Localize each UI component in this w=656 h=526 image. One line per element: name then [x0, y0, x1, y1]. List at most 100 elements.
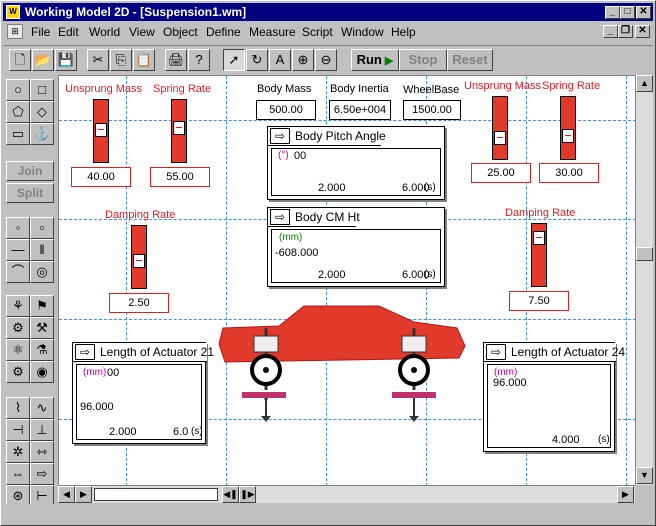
tape-step-back-icon[interactable]: ▶	[75, 486, 92, 503]
workspace-canvas[interactable]: Unsprung Mass Spring Rate 40.00 55.00 Bo…	[58, 75, 635, 485]
unsprung-mass-left-value[interactable]: 40.00	[71, 167, 131, 187]
torsion-spring-icon[interactable]: ✲	[6, 441, 30, 463]
actuator-24-meter[interactable]: ⇨ Length of Actuator 24 (mm) 96.000 4.00…	[483, 342, 625, 452]
pin-joint-icon[interactable]: ⚘	[6, 295, 30, 317]
body-pitch-meter[interactable]: ⇨ Body Pitch Angle (°) 00 2.000 6.000 (s…	[267, 126, 445, 200]
tape-forward-icon[interactable]: ❚▶	[239, 486, 256, 503]
right-ground-plate[interactable]	[392, 392, 436, 398]
menu-world[interactable]: World	[89, 25, 120, 39]
cut-icon[interactable]: ✂	[87, 49, 109, 71]
join-button[interactable]: Join	[6, 161, 54, 181]
curved-joint-icon[interactable]: ⚗	[30, 339, 54, 361]
tape-player-slider[interactable]	[94, 488, 218, 501]
run-button[interactable]: Run ▶	[351, 49, 399, 71]
open-icon[interactable]: 📂	[32, 49, 54, 71]
horizontal-scrollbar[interactable]: ◀ ▶ ◀❚ ❚▶ ▶	[58, 485, 635, 503]
body-mass-value[interactable]: 500.00	[256, 100, 316, 120]
scroll-right-icon[interactable]: ▶	[617, 486, 634, 503]
rotary-damper-icon[interactable]: ⇿	[30, 441, 54, 463]
damping-rate-left-slider[interactable]	[131, 225, 147, 289]
spring-rate-left-value[interactable]: 55.00	[150, 167, 210, 187]
pulley-tool-icon[interactable]: ◉	[30, 361, 54, 383]
reset-button[interactable]: Reset	[447, 49, 493, 71]
maximize-button[interactable]: □	[620, 6, 635, 19]
menu-edit[interactable]: Edit	[58, 25, 79, 39]
scroll-down-icon[interactable]: ▼	[636, 467, 653, 484]
rotate-icon[interactable]: ↻	[246, 49, 268, 71]
keyed-slot-icon[interactable]: ⚒	[30, 317, 54, 339]
menu-file[interactable]: File	[31, 25, 50, 39]
slider-knob[interactable]	[133, 254, 145, 268]
circle-tool-icon[interactable]: ○	[6, 79, 30, 101]
point-tool-icon[interactable]: ◦	[6, 217, 30, 239]
slider-knob[interactable]	[562, 129, 574, 143]
wheelbase-value[interactable]: 1500.00	[403, 100, 461, 120]
slider-knob[interactable]	[95, 123, 107, 137]
save-icon[interactable]: 💾	[55, 49, 77, 71]
zoom-in-icon[interactable]: ⊕	[292, 49, 314, 71]
vertical-scroll-thumb[interactable]	[636, 247, 653, 261]
pointer-icon[interactable]: ➚	[223, 49, 245, 71]
minimize-button[interactable]: _	[605, 6, 620, 19]
force-tool-icon[interactable]: ⇨	[30, 463, 54, 485]
rigid-joint-icon[interactable]: ⚑	[30, 295, 54, 317]
help-icon[interactable]: ?	[188, 49, 210, 71]
meter-arrow-icon[interactable]: ⇨	[270, 128, 290, 144]
zoom-out-icon[interactable]: ⊖	[315, 49, 337, 71]
menu-help[interactable]: Help	[391, 25, 416, 39]
damping-rate-right-value[interactable]: 7.50	[509, 291, 569, 311]
right-spring-mount[interactable]	[401, 335, 427, 353]
text-icon[interactable]: A	[269, 49, 291, 71]
damping-rate-right-slider[interactable]	[531, 223, 547, 287]
new-icon[interactable]: 🗋	[9, 49, 31, 71]
spring-damper-icon[interactable]: ⊥	[30, 419, 54, 441]
rope-tool-icon[interactable]: ⌇	[6, 397, 30, 419]
unsprung-mass-left-slider[interactable]	[93, 99, 109, 163]
close-button[interactable]: ✕	[636, 6, 651, 19]
unsprung-mass-right-value[interactable]: 25.00	[471, 163, 531, 183]
stop-button[interactable]: Stop ❚❚	[399, 49, 447, 89]
meter-arrow-icon[interactable]: ⇨	[75, 344, 95, 360]
split-button[interactable]: Split	[6, 183, 54, 203]
doc-close-button[interactable]: ✕	[635, 25, 650, 38]
slot-vertical-icon[interactable]: ‖	[30, 239, 54, 261]
menu-define[interactable]: Define	[206, 25, 241, 39]
menu-object[interactable]: Object	[163, 25, 198, 39]
square-tool-icon[interactable]: □	[30, 79, 54, 101]
menu-window[interactable]: Window	[341, 25, 384, 39]
motor-joint-icon[interactable]: ⚛	[6, 339, 30, 361]
damping-rate-left-value[interactable]: 2.50	[109, 293, 169, 313]
left-spring-mount[interactable]	[253, 335, 279, 353]
polygon-tool-icon[interactable]: ⬠	[6, 101, 30, 123]
target-tool-icon[interactable]: ◎	[30, 261, 54, 283]
car-body[interactable]	[218, 305, 466, 363]
copy-icon[interactable]: ⎘	[110, 49, 132, 71]
rectangle-tool-icon[interactable]: ▭	[6, 123, 30, 145]
square-point-tool-icon[interactable]: ▫	[30, 217, 54, 239]
doc-restore-button[interactable]: ❐	[618, 25, 633, 38]
menu-view[interactable]: View	[129, 25, 155, 39]
spring-rate-left-slider[interactable]	[171, 99, 187, 163]
slider-knob[interactable]	[494, 131, 506, 145]
tape-rewind-icon[interactable]: ◀❚	[222, 486, 239, 503]
body-inertia-value[interactable]: 6.50e+004	[329, 100, 391, 120]
slider-knob[interactable]	[533, 231, 545, 245]
spring-rate-right-value[interactable]: 30.00	[539, 163, 599, 183]
scroll-left-icon[interactable]: ◀	[58, 486, 75, 503]
slider-knob[interactable]	[173, 121, 185, 135]
car-model[interactable]	[209, 298, 479, 428]
body-cm-meter[interactable]: ⇨ Body CM Ht (mm) -608.000 2.000 6.000 (…	[267, 207, 445, 287]
meter-arrow-icon[interactable]: ⇨	[486, 344, 506, 360]
document-icon[interactable]: ⊞	[7, 24, 23, 39]
paste-icon[interactable]: 📋	[133, 49, 155, 71]
spring-tool-icon[interactable]: ∿	[30, 397, 54, 419]
actuator-tool-icon[interactable]: ⇔	[6, 463, 30, 485]
meter-arrow-icon[interactable]: ⇨	[270, 209, 290, 225]
doc-minimize-button[interactable]: _	[603, 25, 618, 38]
spring-rate-right-slider[interactable]	[560, 96, 576, 160]
title-bar[interactable]: W Working Model 2D - [Suspension1.wm] _ …	[3, 3, 653, 21]
damper-tool-icon[interactable]: ⊣	[6, 419, 30, 441]
anchor-tool-icon[interactable]: ⚓	[30, 123, 54, 145]
left-ground-plate[interactable]	[242, 392, 286, 398]
print-icon[interactable]: 🖨	[165, 49, 187, 71]
